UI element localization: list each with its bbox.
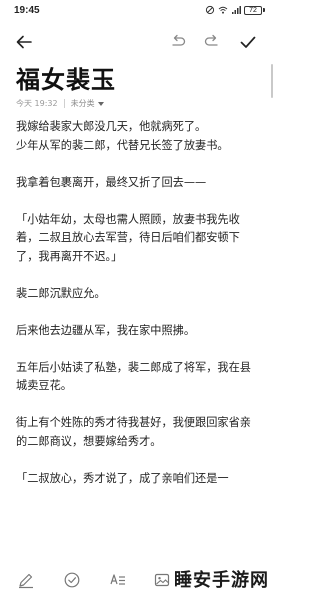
notes-editor-screen: 19:45 72 福女裴玉 今天 19:32 未分类 我嫁给裴家大郎没几天，他就… bbox=[0, 0, 277, 600]
undo-icon bbox=[172, 34, 186, 46]
checklist-button[interactable] bbox=[60, 568, 84, 592]
category-dropdown[interactable]: 未分类 bbox=[71, 98, 104, 109]
pen-icon bbox=[19, 573, 33, 589]
body-paragraph: 五年后小姑读了私塾，裴二郎成了将军，我在县城卖豆花。 bbox=[16, 360, 251, 393]
body-paragraph: 少年从军的裴二郎，代替兄长签了放妻书。 bbox=[16, 138, 229, 152]
chevron-down-icon bbox=[97, 101, 104, 106]
body-paragraph: 我拿着包裹离开，最终又折了回去—— bbox=[16, 175, 207, 189]
done-button[interactable] bbox=[234, 28, 262, 56]
image-icon bbox=[154, 573, 170, 587]
text-format-icon bbox=[110, 574, 125, 585]
do-not-disturb-icon bbox=[205, 5, 215, 15]
body-paragraph: 「小姑年幼，太母也需人照顾，放妻书我先收着，二叔且放心去军营，待日后咱们都安顿下… bbox=[16, 212, 240, 263]
back-button[interactable] bbox=[10, 28, 38, 56]
body-paragraph: 裴二郎沉默应允。 bbox=[16, 286, 106, 300]
insert-image-button[interactable] bbox=[150, 568, 174, 592]
category-label: 未分类 bbox=[70, 99, 95, 108]
text-format-button[interactable] bbox=[106, 568, 130, 592]
note-title[interactable]: 福女裴玉 bbox=[16, 60, 116, 95]
redo-icon bbox=[204, 34, 218, 46]
body-paragraph: 我嫁给裴家大郎没几天，他就病死了。 bbox=[16, 120, 207, 133]
undo-button[interactable] bbox=[164, 28, 192, 56]
redo-button[interactable] bbox=[198, 28, 226, 56]
editor-toolbar bbox=[0, 28, 277, 56]
scrollbar[interactable] bbox=[271, 64, 273, 98]
checklist-icon bbox=[64, 572, 80, 588]
body-paragraph: 街上有个姓陈的秀才待我甚好，我便跟回家省亲的二郎商议，想要嫁给秀才。 bbox=[16, 416, 251, 448]
wifi-icon bbox=[218, 6, 228, 14]
body-paragraph: 「二叔放心，秀才说了，成了亲咱们还是一 bbox=[16, 471, 229, 485]
body-paragraph: 后来他去边疆从军，我在家中照拂。 bbox=[16, 323, 196, 337]
battery-icon: 72 bbox=[244, 5, 265, 15]
checkmark-icon bbox=[240, 36, 256, 48]
battery-level: 72 bbox=[244, 5, 262, 15]
status-bar: 19:45 72 bbox=[0, 0, 277, 20]
handwriting-button[interactable] bbox=[14, 568, 38, 592]
note-body[interactable]: 我嫁给裴家大郎没几天，他就病死了。少年从军的裴二郎，代替兄长签了放妻书。 我拿着包… bbox=[16, 118, 260, 488]
status-time: 19:45 bbox=[14, 4, 40, 16]
signal-icon bbox=[232, 6, 241, 14]
meta-divider bbox=[63, 99, 65, 108]
status-icons: 72 bbox=[205, 5, 265, 15]
note-meta: 今天 19:32 未分类 bbox=[16, 98, 104, 109]
note-timestamp: 今天 19:32 bbox=[16, 99, 58, 108]
back-arrow-icon bbox=[16, 35, 32, 49]
watermark-logo: 睡安手游网 bbox=[174, 570, 269, 591]
